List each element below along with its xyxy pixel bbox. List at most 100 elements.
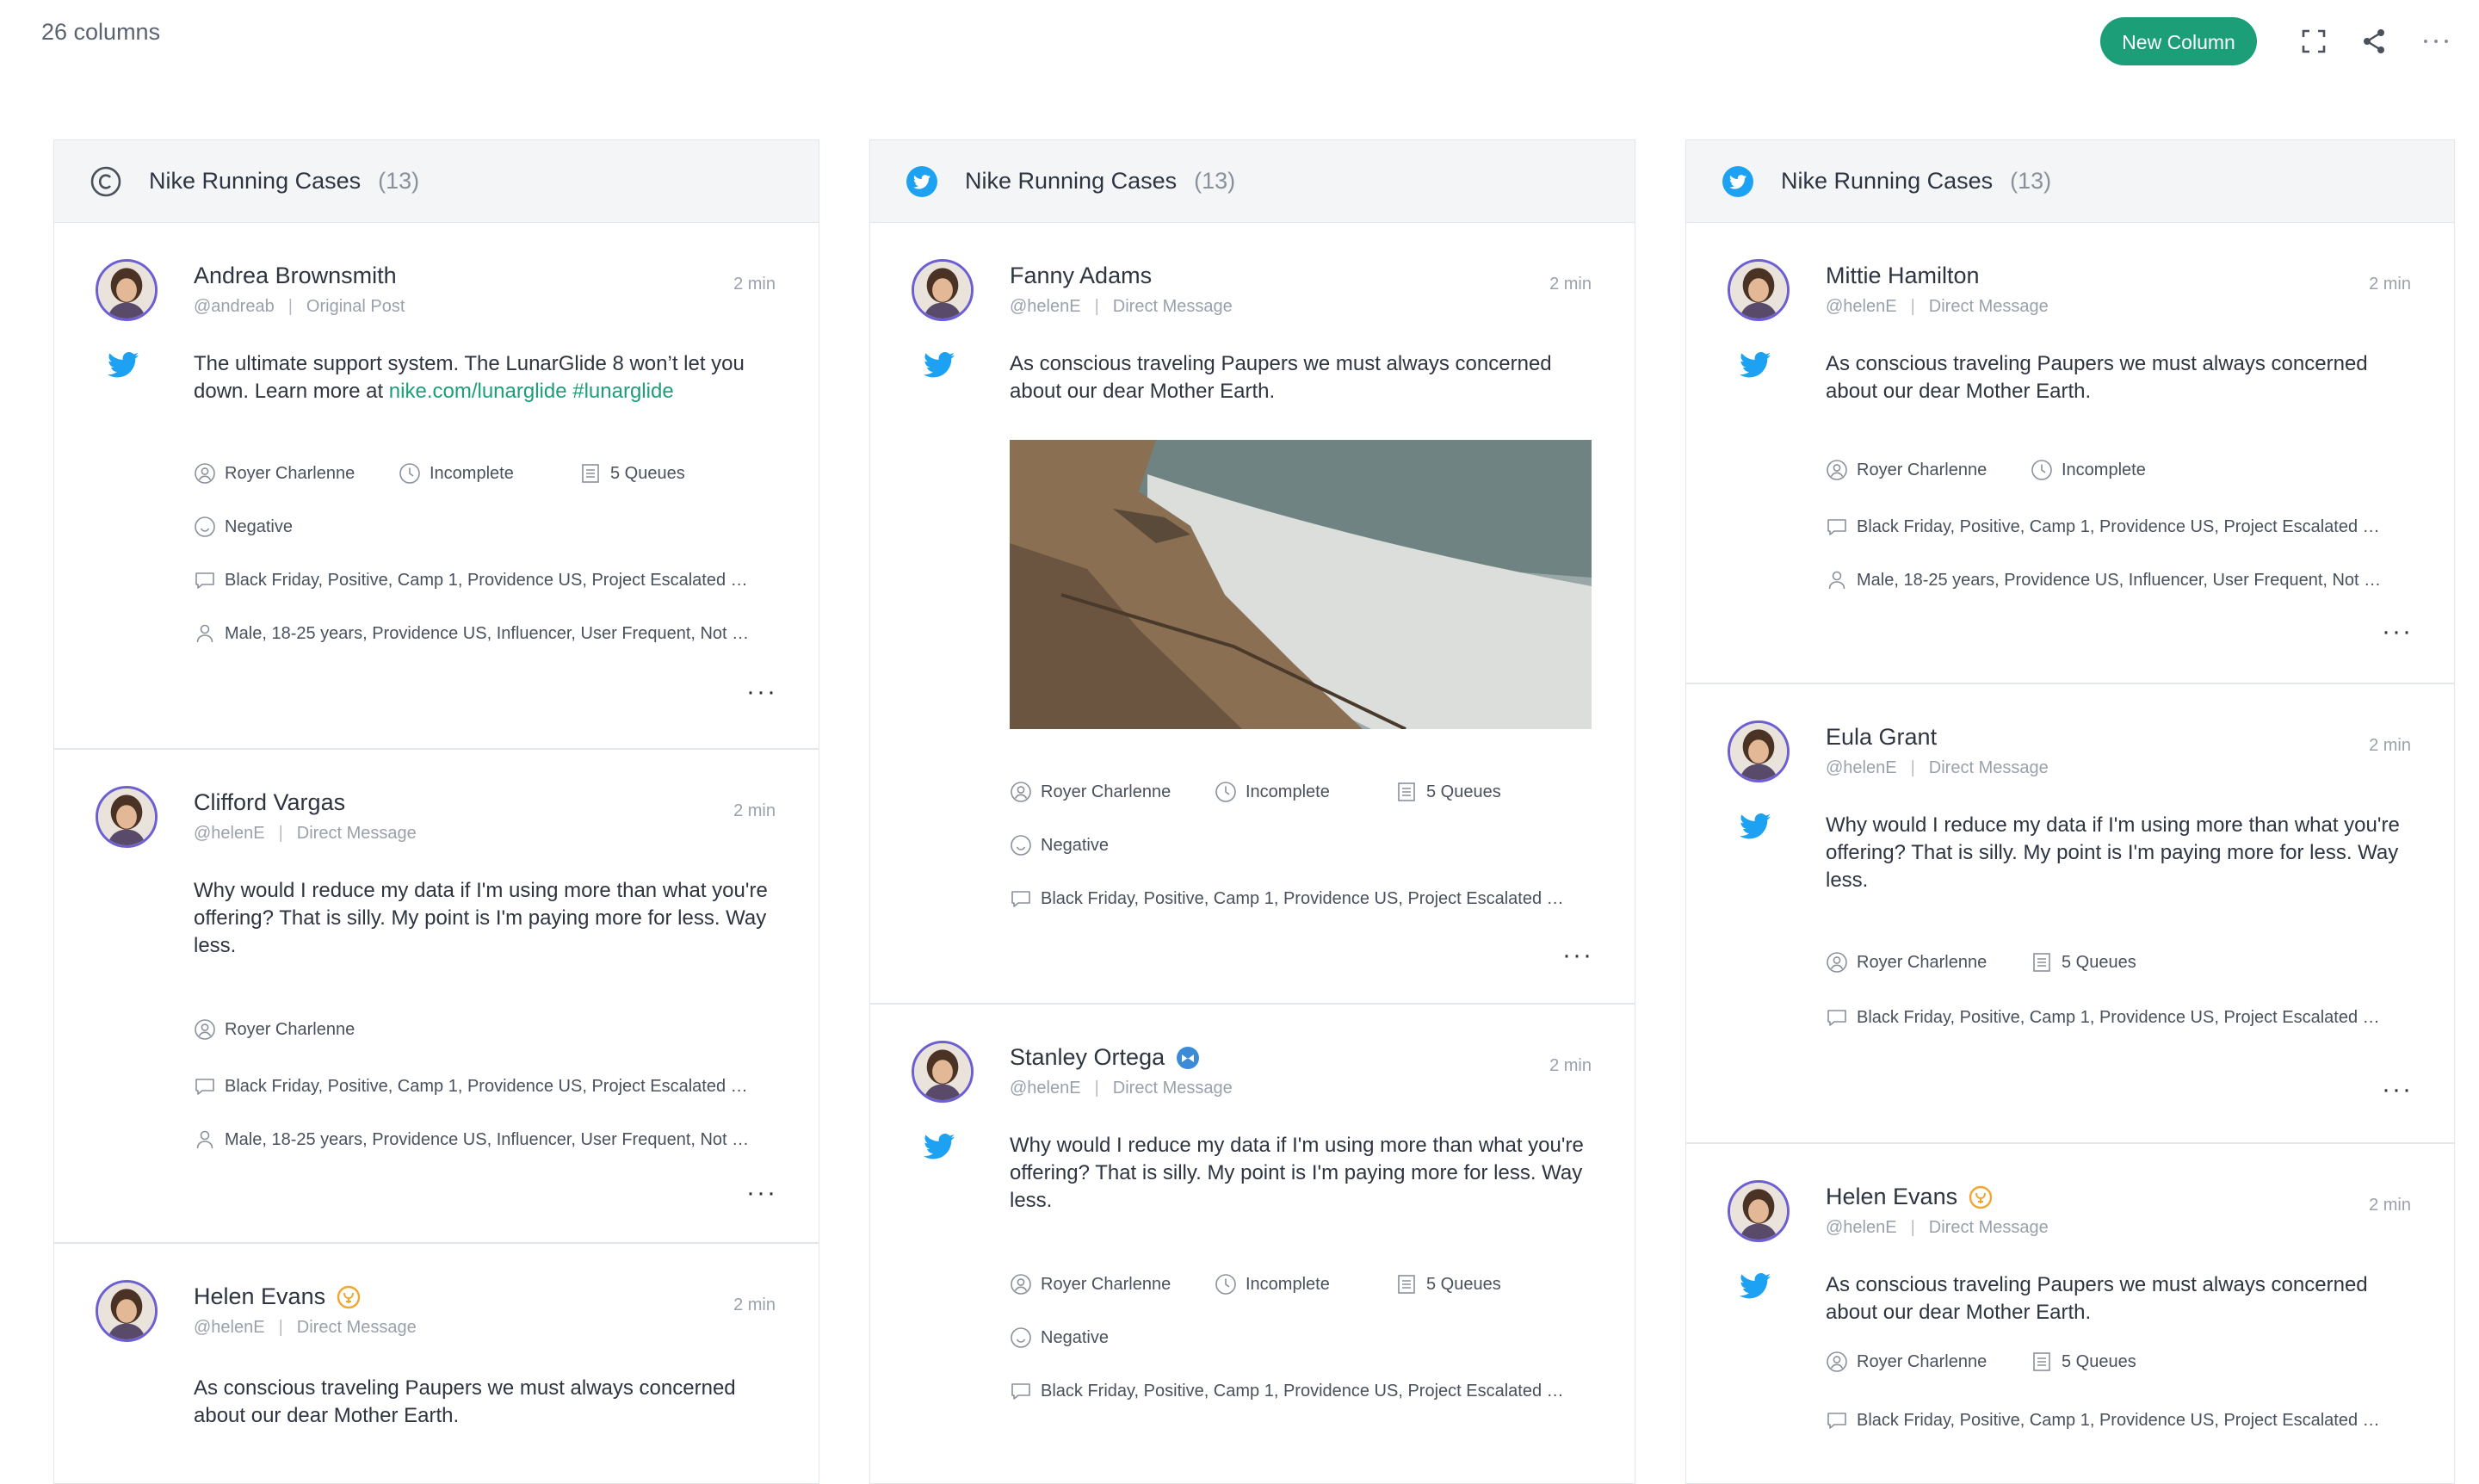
column-title: Nike Running Cases xyxy=(1781,168,1994,194)
twitter-icon xyxy=(924,352,955,378)
column-3: Nike Running Cases (13) Mittie Hamilton … xyxy=(1685,139,2455,1484)
assignee[interactable]: Royer Charlenne xyxy=(1826,951,1988,974)
demographics[interactable]: Male, 18-25 years, Providence US, Influe… xyxy=(194,622,792,645)
timestamp: 2 min xyxy=(733,1295,776,1314)
tags[interactable]: Black Friday, Positive, Camp 1, Providen… xyxy=(194,1075,793,1098)
demographics[interactable]: Male, 18-25 years, Providence US, Influe… xyxy=(1826,569,2424,591)
chat-icon xyxy=(194,1075,216,1098)
author-handle: @helenE | Direct Message xyxy=(1010,297,1233,316)
status[interactable]: Incomplete xyxy=(2031,459,2146,481)
avatar xyxy=(96,259,158,321)
message-text: As conscious traveling Paupers we must a… xyxy=(1010,352,1552,403)
tags[interactable]: Black Friday, Positive, Camp 1, Providen… xyxy=(1010,1380,1609,1402)
assignee[interactable]: Royer Charlenne xyxy=(1826,459,1988,481)
tags[interactable]: Black Friday, Positive, Camp 1, Providen… xyxy=(194,569,793,591)
tags[interactable]: Black Friday, Positive, Camp 1, Providen… xyxy=(1826,1006,2425,1029)
twitter-icon xyxy=(905,164,939,199)
assignee[interactable]: Royer Charlenne xyxy=(1010,781,1171,803)
status[interactable]: Incomplete xyxy=(1215,781,1352,803)
avatar xyxy=(96,1280,158,1342)
case-card[interactable]: Helen Evans @helenE | Direct Message 2 min… xyxy=(1686,1144,2454,1483)
person-icon xyxy=(1826,459,1848,481)
queues[interactable]: 5 Queues xyxy=(2031,1351,2136,1373)
twitter-icon xyxy=(108,352,139,378)
author-name: Mittie Hamilton xyxy=(1826,263,1980,288)
tags[interactable]: Black Friday, Positive, Camp 1, Providen… xyxy=(1826,516,2425,538)
twitter-icon xyxy=(924,1134,955,1159)
author-handle: @helenE | Direct Message xyxy=(1826,758,2049,777)
more-button[interactable]: ··· xyxy=(746,1180,777,1206)
share-icon[interactable] xyxy=(2357,24,2391,59)
more-button[interactable]: ··· xyxy=(746,679,777,705)
chat-icon xyxy=(1826,1409,1848,1431)
timestamp: 2 min xyxy=(733,275,776,294)
author-name: Stanley Ortega xyxy=(1010,1044,1201,1071)
assignee[interactable]: Royer Charlenne xyxy=(194,1018,398,1041)
case-card[interactable]: Eula Grant @helenE | Direct Message 2 min … xyxy=(1686,684,2454,1144)
sentiment[interactable]: Negative xyxy=(1010,834,1152,856)
attached-photo[interactable] xyxy=(1010,440,1592,729)
twitter-icon xyxy=(1740,813,1771,839)
person-icon xyxy=(194,1018,216,1041)
author-handle: @andreab | Original Post xyxy=(194,297,405,316)
assignee[interactable]: Royer Charlenne xyxy=(194,462,355,485)
queues[interactable]: 5 Queues xyxy=(1395,1273,1501,1295)
more-button[interactable]: ··· xyxy=(1562,943,1593,968)
column-1: Nike Running Cases (13) Andrea Brownsmit… xyxy=(53,139,819,1484)
person-icon xyxy=(1010,781,1032,803)
case-card[interactable]: Andrea Brownsmith @andreab | Original Post… xyxy=(54,223,819,750)
column-count: 26 columns xyxy=(41,19,161,45)
more-button[interactable]: ··· xyxy=(2382,619,2413,645)
assignee[interactable]: Royer Charlenne xyxy=(1826,1351,1988,1373)
case-card[interactable]: Helen Evans @helenE | Direct Message 2 min… xyxy=(54,1244,819,1483)
case-card[interactable]: Mittie Hamilton @helenE | Direct Message 2… xyxy=(1686,223,2454,684)
tags[interactable]: Black Friday, Positive, Camp 1, Providen… xyxy=(1826,1409,2425,1431)
twitter-icon xyxy=(1740,352,1771,378)
assignee[interactable]: Royer Charlenne xyxy=(1010,1273,1171,1295)
clock-icon xyxy=(1215,781,1237,803)
case-card[interactable]: Clifford Vargas @helenE | Direct Message 2… xyxy=(54,750,819,1244)
user-icon xyxy=(194,622,216,645)
new-column-button[interactable]: New Column xyxy=(2100,17,2257,65)
queues[interactable]: 5 Queues xyxy=(1395,781,1501,803)
timestamp: 2 min xyxy=(2369,275,2411,294)
queues[interactable]: 5 Queues xyxy=(579,462,685,485)
verified-badge-icon xyxy=(1968,1184,1994,1210)
clock-icon xyxy=(2031,459,2053,481)
twitter-icon xyxy=(1721,164,1755,199)
sentiment[interactable]: Negative xyxy=(1010,1326,1152,1349)
avatar xyxy=(1728,259,1790,321)
author-handle: @helenE | Direct Message xyxy=(1010,1079,1233,1098)
list-icon xyxy=(1395,781,1418,803)
clock-icon xyxy=(1215,1273,1237,1295)
list-icon xyxy=(2031,1351,2053,1373)
status[interactable]: Incomplete xyxy=(399,462,536,485)
avatar xyxy=(96,786,158,848)
column-title: Nike Running Cases xyxy=(149,168,362,194)
more-icon[interactable] xyxy=(2419,24,2453,59)
smile-icon xyxy=(1010,1326,1032,1349)
clock-icon xyxy=(399,462,421,485)
meta-row: Royer Charlenne Incomplete 5 Queues xyxy=(1010,781,1544,803)
status[interactable]: Incomplete xyxy=(1215,1273,1352,1295)
case-card[interactable]: Fanny Adams @helenE | Direct Message 2 min… xyxy=(870,223,1635,1005)
demographics[interactable]: Male, 18-25 years, Providence US, Influe… xyxy=(194,1128,792,1151)
user-icon xyxy=(194,1128,216,1151)
column-header: Nike Running Cases (13) xyxy=(1686,140,2454,223)
meta-row: Royer Charlenne Incomplete xyxy=(1826,459,2189,481)
message-text: As conscious traveling Paupers we must a… xyxy=(194,1376,736,1427)
list-icon xyxy=(2031,951,2053,974)
tags[interactable]: Black Friday, Positive, Camp 1, Providen… xyxy=(1010,887,1609,910)
avatar xyxy=(1728,1180,1790,1242)
fullscreen-icon[interactable] xyxy=(2297,24,2331,59)
message-text: Why would I reduce my data if I'm using … xyxy=(194,879,768,957)
message-link[interactable]: nike.com/lunarglide #lunarglide xyxy=(389,380,674,403)
more-button[interactable]: ··· xyxy=(2382,1077,2413,1103)
sentiment[interactable]: Negative xyxy=(194,516,336,538)
avatar xyxy=(1728,720,1790,782)
meta-row: Royer Charlenne 5 Queues xyxy=(1826,1351,2179,1373)
queues[interactable]: 5 Queues xyxy=(2031,951,2136,974)
message-text: The ultimate support system. The LunarGl… xyxy=(194,352,745,403)
meta-row: Royer Charlenne Incomplete 5 Queues xyxy=(194,462,728,485)
case-card[interactable]: Stanley Ortega @helenE | Direct Message 2 … xyxy=(870,1005,1635,1483)
